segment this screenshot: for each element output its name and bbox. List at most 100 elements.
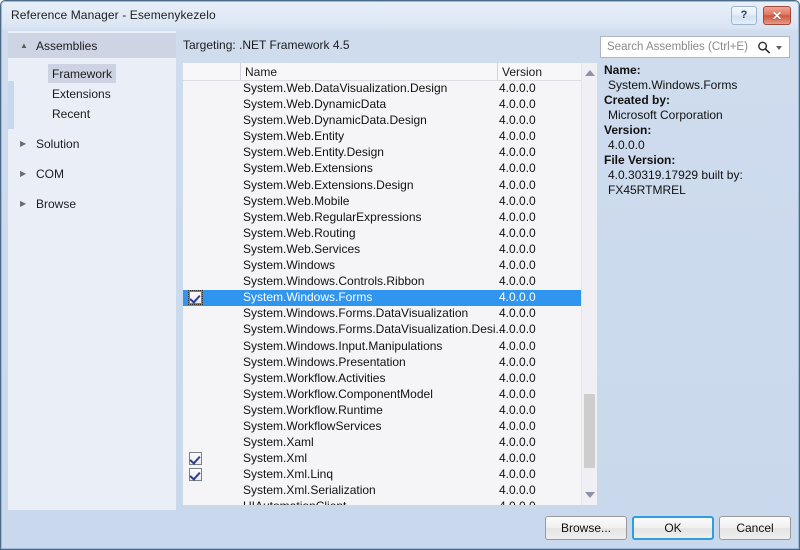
detail-createdby-label: Created by: [604, 93, 671, 107]
table-row[interactable]: System.Windows.Forms 4.0.0.0 [183, 290, 597, 307]
checkbox-checked-icon[interactable] [189, 468, 202, 482]
table-row[interactable]: System.Workflow.ComponentModel 4.0.0.0 [183, 387, 597, 403]
row-checkbox[interactable] [189, 130, 203, 144]
table-row[interactable]: System.Web.Entity.Design 4.0.0.0 [183, 145, 597, 161]
row-checkbox[interactable] [189, 340, 203, 354]
category-sidebar: ▲ Assemblies Framework Extensions Recent… [8, 31, 176, 510]
sidebar-item-solution[interactable]: ▶ Solution [8, 131, 176, 156]
row-checkbox[interactable] [189, 275, 203, 289]
row-name: System.Xml.Linq [243, 467, 334, 482]
sidebar-item-browse[interactable]: ▶ Browse [8, 191, 176, 216]
title-bar[interactable]: Reference Manager - Esemenykezelo ? ✕ [1, 1, 799, 31]
search-icon[interactable] [757, 40, 771, 55]
table-row[interactable]: System.Web.RegularExpressions 4.0.0.0 [183, 210, 597, 226]
row-name: System.Windows.Forms.DataVisualization.D… [243, 322, 506, 337]
row-checkbox[interactable] [189, 179, 203, 193]
table-row[interactable]: System.Windows 4.0.0.0 [183, 258, 597, 274]
row-checkbox[interactable] [189, 98, 203, 112]
detail-createdby-value: Microsoft Corporation [608, 108, 723, 122]
row-checkbox[interactable] [189, 259, 203, 273]
sidebar-item-recent[interactable]: Recent [48, 104, 94, 123]
column-header-name[interactable]: Name [241, 63, 498, 80]
list-header: Name Version [183, 63, 597, 81]
detail-version-label: Version: [604, 123, 652, 137]
sidebar-item-label: Solution [36, 136, 80, 151]
table-row[interactable]: System.Windows.Input.Manipulations 4.0.0.… [183, 339, 597, 355]
sidebar-item-extensions[interactable]: Extensions [48, 84, 115, 103]
help-button[interactable]: ? [731, 6, 757, 25]
row-checkbox[interactable] [189, 388, 203, 402]
cancel-button[interactable]: Cancel [719, 516, 791, 540]
row-checkbox[interactable] [189, 82, 203, 96]
row-checkbox[interactable] [189, 307, 203, 321]
table-row[interactable]: System.Xml.Serialization 4.0.0.0 [183, 483, 597, 499]
row-name: System.Windows.Forms.DataVisualization [243, 306, 469, 321]
table-row[interactable]: System.Xaml 4.0.0.0 [183, 435, 597, 451]
search-dropdown-caret-icon[interactable] [776, 46, 782, 50]
sidebar-item-assemblies[interactable]: ▲ Assemblies [8, 33, 176, 58]
scroll-up-button[interactable] [582, 65, 597, 81]
table-row[interactable]: System.Web.Mobile 4.0.0.0 [183, 194, 597, 210]
list-rows: System.Web.DataVisualization.Design 4.0.0… [183, 81, 597, 505]
ok-button-label: OK [664, 521, 682, 535]
table-row[interactable]: System.Web.DynamicData 4.0.0.0 [183, 97, 597, 113]
browse-button[interactable]: Browse... [545, 516, 627, 540]
row-checkbox[interactable] [188, 290, 203, 306]
row-checkbox[interactable] [189, 500, 203, 505]
scroll-down-button[interactable] [582, 487, 597, 503]
row-checkbox[interactable] [189, 195, 203, 209]
sidebar-item-framework[interactable]: Framework [48, 64, 117, 83]
row-checkbox[interactable] [189, 404, 203, 418]
row-checkbox[interactable] [189, 372, 203, 386]
table-row[interactable]: System.Windows.Forms.DataVisualization 4.… [183, 306, 597, 322]
column-header-check[interactable] [183, 63, 241, 80]
close-button[interactable]: ✕ [763, 6, 791, 25]
chevron-right-icon: ▶ [20, 138, 27, 148]
ok-button[interactable]: OK [632, 516, 714, 540]
scrollbar-thumb[interactable] [584, 394, 595, 468]
checkbox-checked-icon[interactable] [189, 452, 202, 466]
table-row[interactable]: System.Web.Extensions 4.0.0.0 [183, 161, 597, 177]
table-row[interactable]: System.Web.Extensions.Design 4.0.0.0 [183, 178, 597, 194]
table-row[interactable]: System.Xml 4.0.0.0 [183, 451, 597, 467]
row-checkbox[interactable] [189, 211, 203, 225]
detail-name-label: Name: [604, 63, 641, 77]
row-checkbox[interactable] [189, 468, 203, 482]
sidebar-item-com[interactable]: ▶ COM [8, 161, 176, 186]
table-row[interactable]: System.Windows.Forms.DataVisualization.D… [183, 322, 597, 338]
row-checkbox[interactable] [189, 162, 203, 176]
table-row[interactable]: System.Windows.Controls.Ribbon 4.0.0.0 [183, 274, 597, 290]
row-checkbox[interactable] [189, 436, 203, 450]
search-input[interactable]: Search Assemblies (Ctrl+E) [600, 36, 790, 58]
row-checkbox[interactable] [189, 356, 203, 370]
table-row[interactable]: UIAutomationClient 4.0.0.0 [183, 499, 597, 505]
sidebar-item-label: Browse [36, 196, 77, 211]
table-row[interactable]: System.Workflow.Runtime 4.0.0.0 [183, 403, 597, 419]
row-checkbox[interactable] [189, 227, 203, 241]
row-checkbox[interactable] [189, 452, 203, 466]
row-checkbox[interactable] [189, 114, 203, 128]
sidebar-scroll-indicator[interactable] [8, 81, 14, 129]
row-name: System.Web.Services [243, 241, 361, 256]
table-row[interactable]: System.Web.Routing 4.0.0.0 [183, 226, 597, 242]
table-row[interactable]: System.WorkflowServices 4.0.0.0 [183, 419, 597, 435]
row-checkbox[interactable] [189, 323, 203, 337]
table-row[interactable]: System.Workflow.Activities 4.0.0.0 [183, 371, 597, 387]
dialog-content: ▲ Assemblies Framework Extensions Recent… [6, 31, 796, 546]
table-row[interactable]: System.Windows.Presentation 4.0.0.0 [183, 355, 597, 371]
row-checkbox[interactable] [189, 243, 203, 257]
table-row[interactable]: System.Web.DynamicData.Design 4.0.0.0 [183, 113, 597, 129]
row-version: 4.0.0.0 [499, 209, 536, 224]
table-row[interactable]: System.Web.DataVisualization.Design 4.0.0… [183, 81, 597, 97]
table-row[interactable]: System.Xml.Linq 4.0.0.0 [183, 467, 597, 483]
checkbox-checked-icon[interactable] [188, 290, 203, 306]
table-row[interactable]: System.Web.Services 4.0.0.0 [183, 242, 597, 258]
row-checkbox[interactable] [189, 484, 203, 498]
list-scrollbar[interactable] [581, 63, 597, 505]
row-version: 4.0.0.0 [499, 386, 536, 401]
row-checkbox[interactable] [189, 420, 203, 434]
table-row[interactable]: System.Web.Entity 4.0.0.0 [183, 129, 597, 145]
row-version: 4.0.0.0 [499, 258, 536, 273]
column-header-version[interactable]: Version [498, 63, 582, 80]
row-checkbox[interactable] [189, 146, 203, 160]
